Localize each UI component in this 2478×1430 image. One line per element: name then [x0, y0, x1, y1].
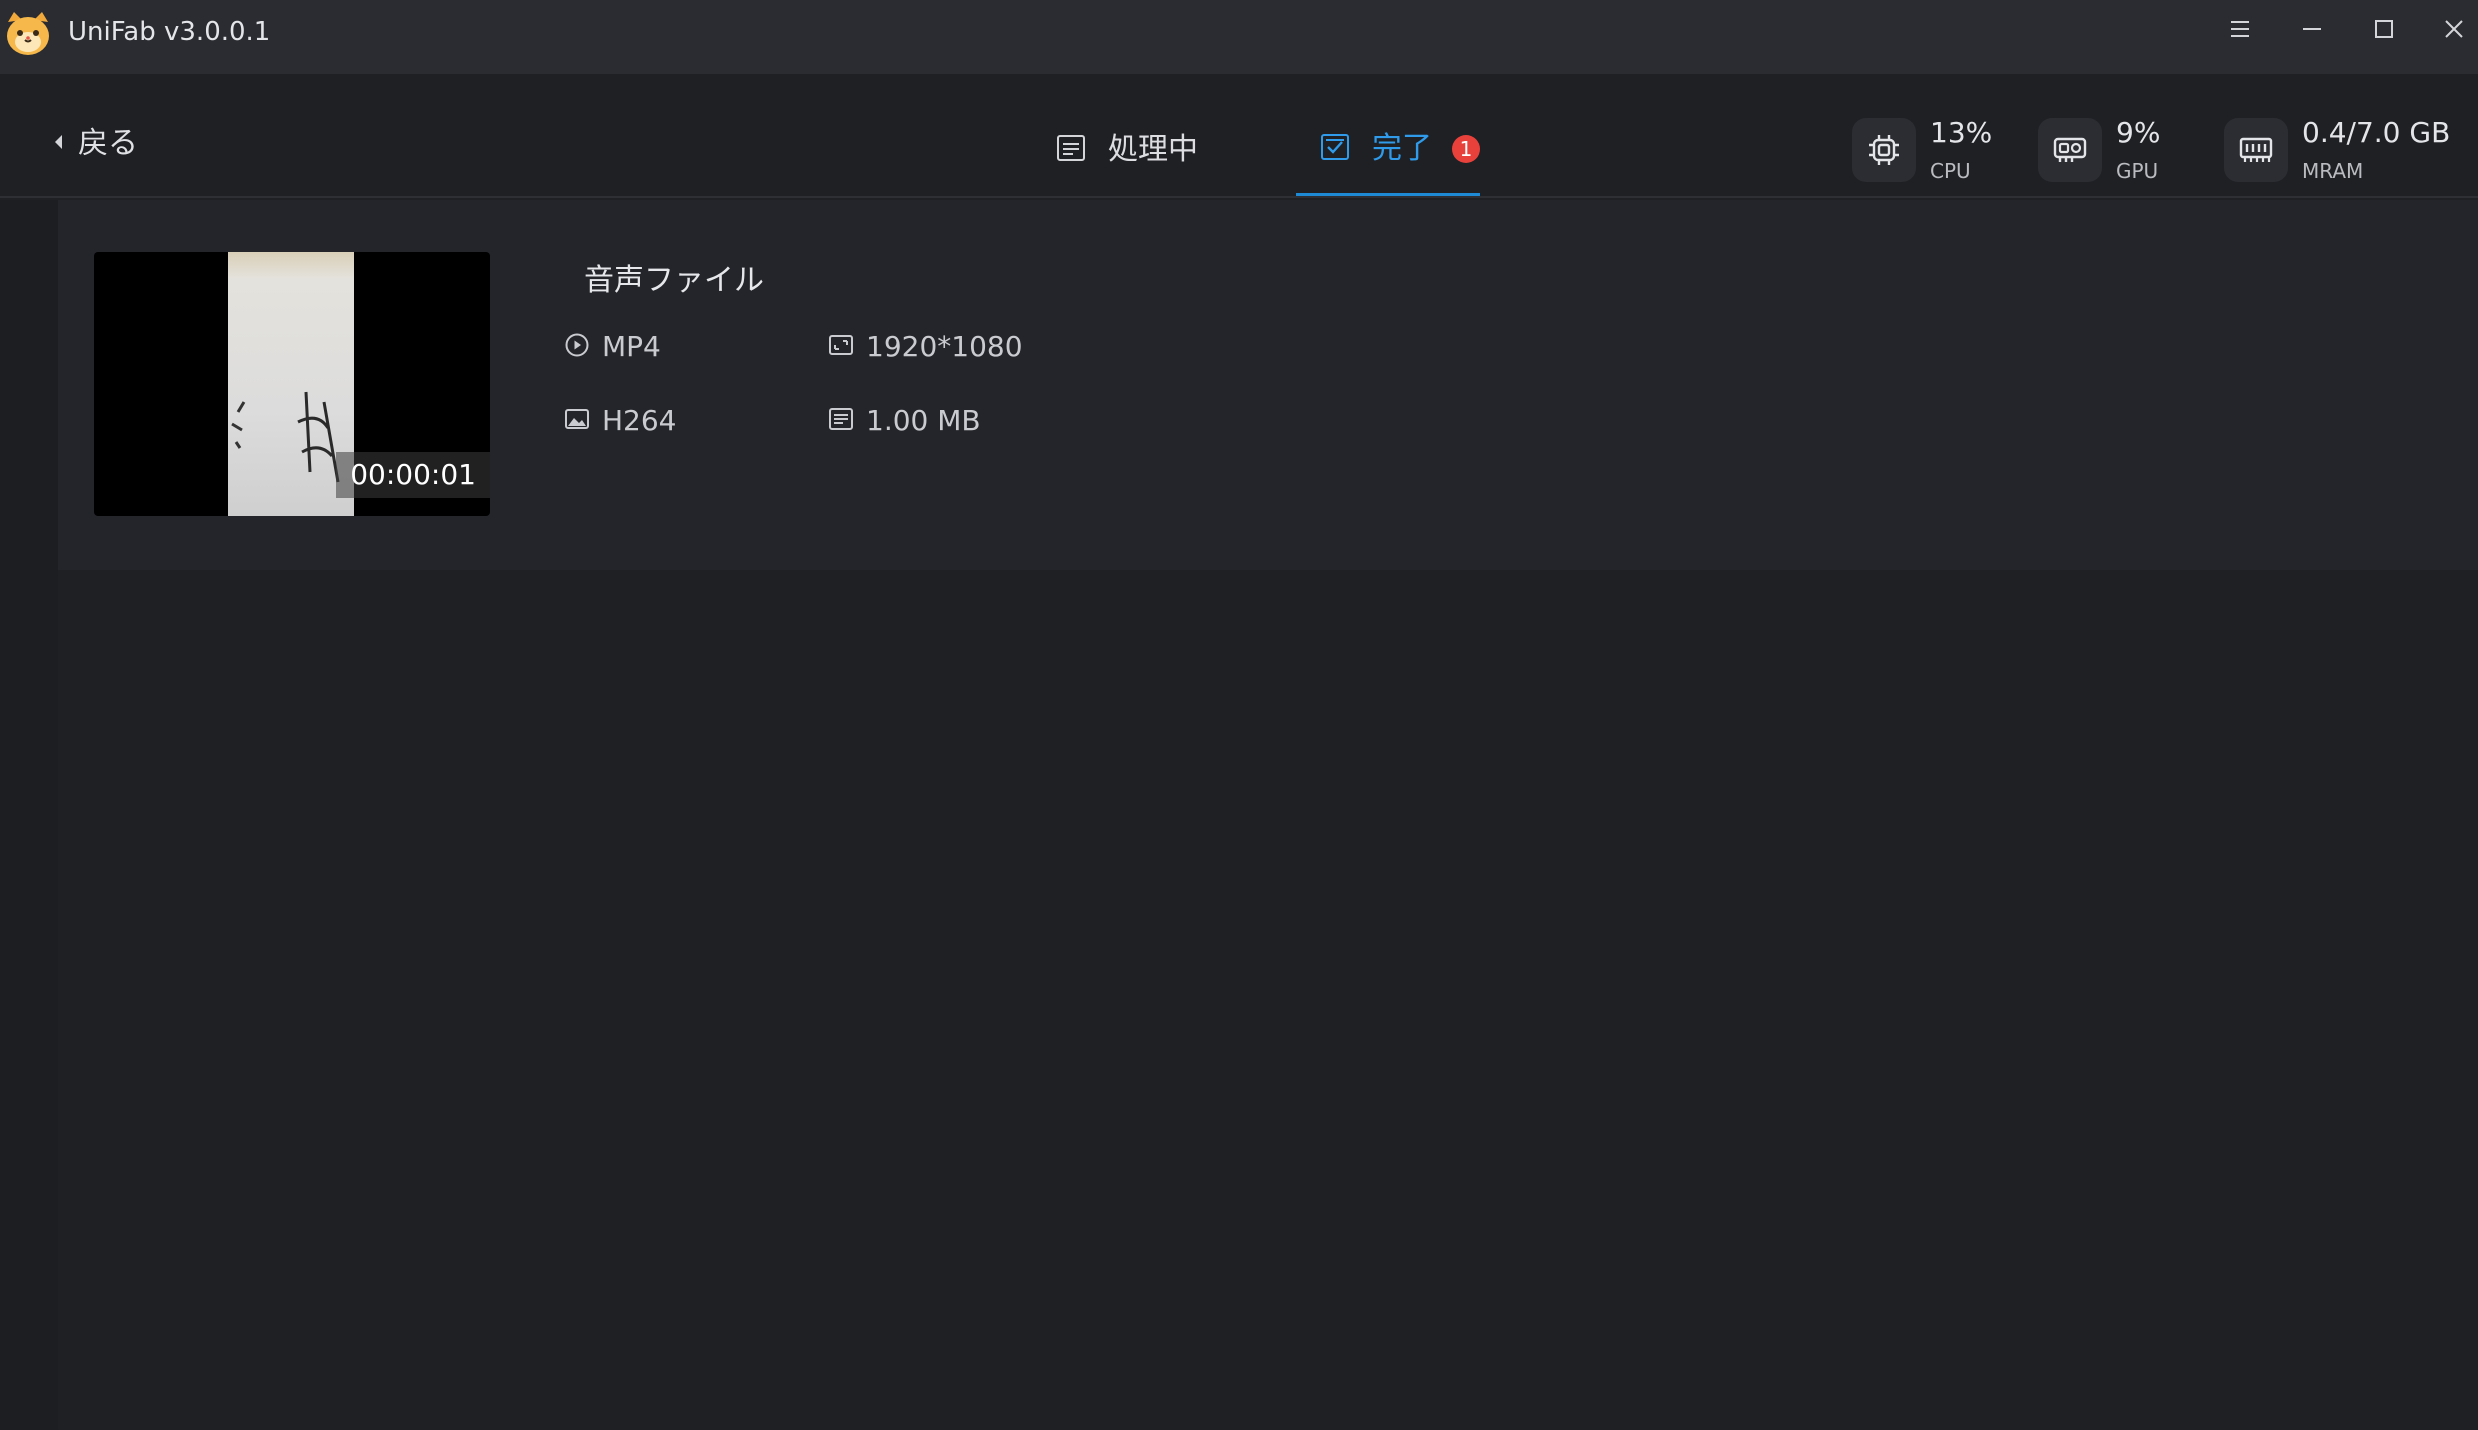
mram-label: MRAM: [2302, 159, 2364, 183]
resolution-info: 1920*1080: [828, 328, 1023, 366]
cpu-label: CPU: [1930, 159, 1971, 183]
maximize-icon[interactable]: [2354, 6, 2414, 52]
back-button[interactable]: 戻る: [52, 124, 138, 164]
size-value: 1.00 MB: [866, 404, 981, 437]
cpu-chip-icon: [1852, 118, 1916, 182]
checkbox-icon: [1320, 132, 1350, 166]
codec-value: H264: [602, 404, 677, 437]
file-card[interactable]: 00:00:01 音声ファイル MP4 1920*1080 H264 1.00 …: [58, 200, 2478, 570]
left-margin: [0, 200, 58, 1430]
resolution-value: 1920*1080: [866, 330, 1023, 363]
app-title: UniFab v3.0.0.1: [68, 17, 271, 47]
size-info: 1.00 MB: [828, 402, 981, 440]
codec-info: H264: [564, 402, 677, 440]
video-thumbnail[interactable]: 00:00:01: [94, 252, 490, 516]
list-document-icon: [1056, 133, 1086, 167]
chevron-left-icon: [52, 133, 64, 155]
file-size-icon: [828, 406, 854, 436]
back-label: 戻る: [78, 126, 138, 161]
cat-logo-icon: [2, 8, 54, 60]
toolbar: 戻る 処理中 完了 1 13% CPU 9% GPU 0.4/7.0 GB MR…: [0, 74, 2478, 198]
thumbnail-frame: [228, 252, 354, 516]
format-info: MP4: [564, 328, 661, 366]
mram-value: 0.4/7.0 GB: [2302, 116, 2451, 149]
title-bar: UniFab v3.0.0.1: [0, 0, 2478, 74]
memory-icon: [2224, 118, 2288, 182]
duration-label: 00:00:01: [336, 452, 490, 498]
gpu-label: GPU: [2116, 159, 2159, 183]
hamburger-menu-icon[interactable]: [2210, 6, 2270, 52]
close-icon[interactable]: [2424, 6, 2478, 52]
gpu-value: 9%: [2116, 116, 2161, 149]
gpu-stat: 9% GPU: [2038, 110, 2160, 190]
mram-stat: 0.4/7.0 GB MRAM: [2224, 110, 2450, 190]
gpu-card-icon: [2038, 118, 2102, 182]
tab-done[interactable]: 完了 1: [1296, 104, 1480, 196]
tab-processing-label: 処理中: [1108, 132, 1198, 167]
play-circle-icon: [564, 332, 590, 362]
cpu-value: 13%: [1930, 116, 1993, 149]
resolution-icon: [828, 332, 854, 362]
minimize-icon[interactable]: [2282, 6, 2342, 52]
tab-processing[interactable]: 処理中: [1056, 104, 1198, 196]
image-icon: [564, 406, 590, 436]
count-badge: 1: [1452, 134, 1480, 163]
format-value: MP4: [602, 330, 661, 363]
file-name: 音声ファイル: [584, 263, 764, 298]
tab-done-label: 完了: [1372, 130, 1432, 166]
cpu-stat: 13% CPU: [1852, 110, 1992, 190]
